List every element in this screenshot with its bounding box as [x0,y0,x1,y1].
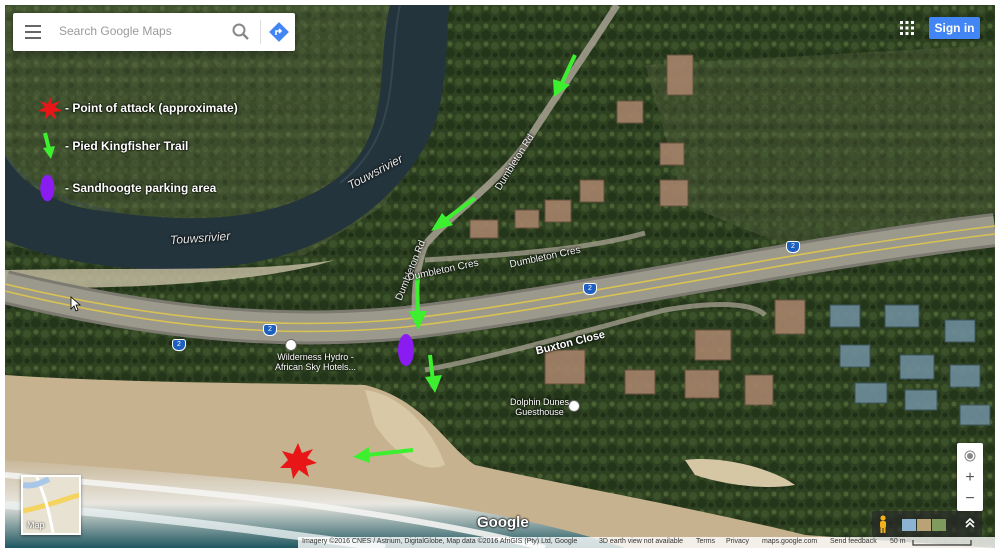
search-icon[interactable] [231,22,251,42]
legend-label: - Pied Kingfisher Trail [65,139,189,153]
zoom-in-button[interactable]: + [957,467,983,489]
directions-icon[interactable] [269,22,289,42]
route-shield-icon: 2 [583,283,597,295]
hotel-poi-icon[interactable] [285,339,297,351]
route-shield-icon: 2 [263,324,277,336]
sign-in-button[interactable]: Sign in [929,17,980,39]
legend-label: - Point of attack (approximate) [65,101,238,115]
legend-item-trail: - Pied Kingfisher Trail [35,131,295,161]
legend-item-parking: - Sandhoogte parking area [35,173,295,203]
search-input[interactable]: Search Google Maps [59,24,172,38]
map-controls: + − [957,443,983,511]
terms-link[interactable]: Terms [696,538,715,545]
minimap-label: Map [27,520,45,530]
attribution-bar: Imagery ©2016 CNES / Astrium, DigitalGlo… [298,537,995,548]
zoom-out-button[interactable]: − [957,488,983,510]
hamburger-menu-icon[interactable] [25,25,41,39]
apps-grid-icon[interactable] [900,21,914,35]
poi-label-line: Dolphin Dunes [510,397,570,407]
map-frame[interactable]: Touwsrivier Touwsrivier Dumbleton Rd Dum… [5,5,995,548]
legend-label: - Sandhoogte parking area [65,181,217,195]
poi-label-line: Wilderness Hydro - [277,352,354,362]
green-arrow-icon [43,132,55,159]
route-shield-icon: 2 [172,339,186,351]
parking-marker [398,334,414,366]
site-link[interactable]: maps.google.com [762,538,817,545]
earth-view-notice: 3D earth view not available [599,538,684,545]
search-divider [260,20,261,44]
poi-label-line: Guesthouse [515,407,564,417]
privacy-link[interactable]: Privacy [726,538,749,545]
poi-label-line: African Sky Hotels... [275,362,357,372]
red-star-icon [38,96,62,120]
search-box[interactable]: Search Google Maps [13,13,295,51]
imagery-thumbnails[interactable] [902,519,946,531]
route-shield-icon: 2 [786,241,800,253]
scale-label[interactable]: 50 m [890,538,906,545]
google-logo: Google [477,514,529,531]
map-view-toggle[interactable]: Map [21,475,81,535]
expand-chevron-icon[interactable] [964,517,976,529]
poi-label-wilderness-hydro[interactable]: Wilderness Hydro - African Sky Hotels... [275,352,356,372]
poi-label-dolphin-dunes[interactable]: Dolphin Dunes Guesthouse [510,397,569,417]
imagery-attribution: Imagery ©2016 CNES / Astrium, DigitalGlo… [302,538,578,545]
pegman-icon[interactable] [878,515,888,533]
map-legend: - Point of attack (approximate) - Pied K… [35,85,285,215]
send-feedback-link[interactable]: Send feedback [830,538,877,545]
bottom-controls [872,511,982,537]
my-location-icon [964,450,976,462]
guesthouse-poi-icon[interactable] [568,400,580,412]
my-location-button[interactable] [957,445,983,467]
purple-oval-icon [40,174,55,202]
scale-bar [912,540,972,546]
legend-item-attack: - Point of attack (approximate) [35,93,295,123]
